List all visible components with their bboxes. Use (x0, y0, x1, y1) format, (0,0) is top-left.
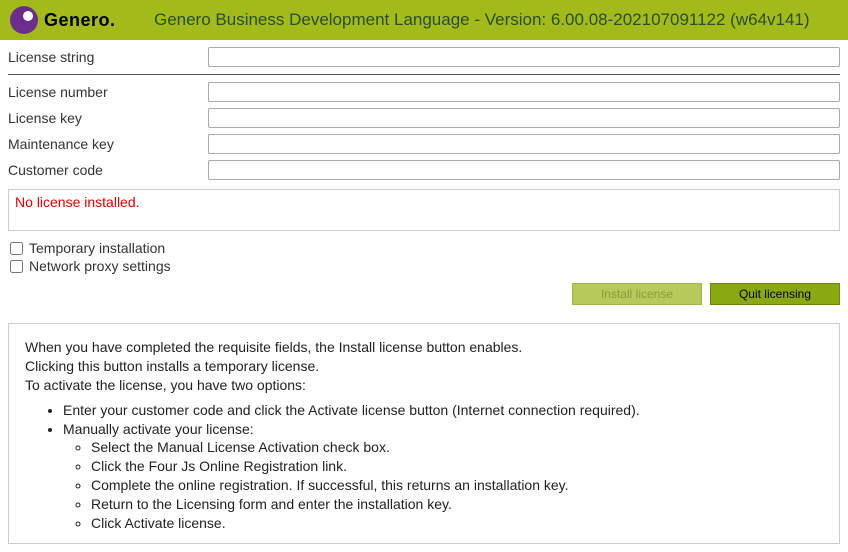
license-string-input[interactable] (208, 47, 840, 67)
install-license-button: Install license (572, 283, 702, 305)
status-message: No license installed. (8, 189, 840, 231)
license-key-input[interactable] (208, 108, 840, 128)
instructions-line-2: Clicking this button installs a temporar… (25, 357, 823, 376)
license-string-label: License string (8, 49, 208, 65)
instructions-option-2: Manually activate your license: (63, 421, 254, 437)
license-key-label: License key (8, 110, 208, 126)
instructions-sub-4: Return to the Licensing form and enter t… (91, 495, 823, 514)
proxy-settings-row[interactable]: Network proxy settings (10, 257, 838, 275)
header-bar: Genero. Genero Business Development Lang… (0, 0, 848, 40)
license-number-label: License number (8, 84, 208, 100)
instructions-panel: When you have completed the requisite fi… (8, 323, 840, 544)
customer-code-label: Customer code (8, 162, 208, 178)
instructions-sub-1: Select the Manual License Activation che… (91, 438, 823, 457)
maintenance-key-label: Maintenance key (8, 136, 208, 152)
temporary-install-checkbox[interactable] (10, 242, 23, 255)
license-form: License string License number License ke… (0, 40, 848, 183)
instructions-sub-5: Click Activate license. (91, 514, 823, 533)
instructions-line-1: When you have completed the requisite fi… (25, 338, 823, 357)
brand-text: Genero. (44, 10, 116, 31)
genero-logo-icon (10, 6, 38, 34)
customer-code-input[interactable] (208, 160, 840, 180)
license-number-input[interactable] (208, 82, 840, 102)
proxy-settings-label: Network proxy settings (29, 258, 171, 274)
divider (8, 74, 840, 75)
action-buttons: Install license Quit licensing (0, 277, 848, 315)
quit-licensing-button[interactable]: Quit licensing (710, 283, 840, 305)
temporary-install-row[interactable]: Temporary installation (10, 239, 838, 257)
logo: Genero. (10, 6, 116, 34)
instructions-sub-3: Complete the online registration. If suc… (91, 476, 823, 495)
instructions-option-1: Enter your customer code and click the A… (63, 401, 823, 420)
page-title: Genero Business Development Language - V… (126, 10, 838, 30)
instructions-sub-2: Click the Four Js Online Registration li… (91, 457, 823, 476)
proxy-settings-checkbox[interactable] (10, 260, 23, 273)
temporary-install-label: Temporary installation (29, 240, 165, 256)
options-checkboxes: Temporary installation Network proxy set… (0, 235, 848, 277)
instructions-line-3: To activate the license, you have two op… (25, 376, 823, 395)
maintenance-key-input[interactable] (208, 134, 840, 154)
